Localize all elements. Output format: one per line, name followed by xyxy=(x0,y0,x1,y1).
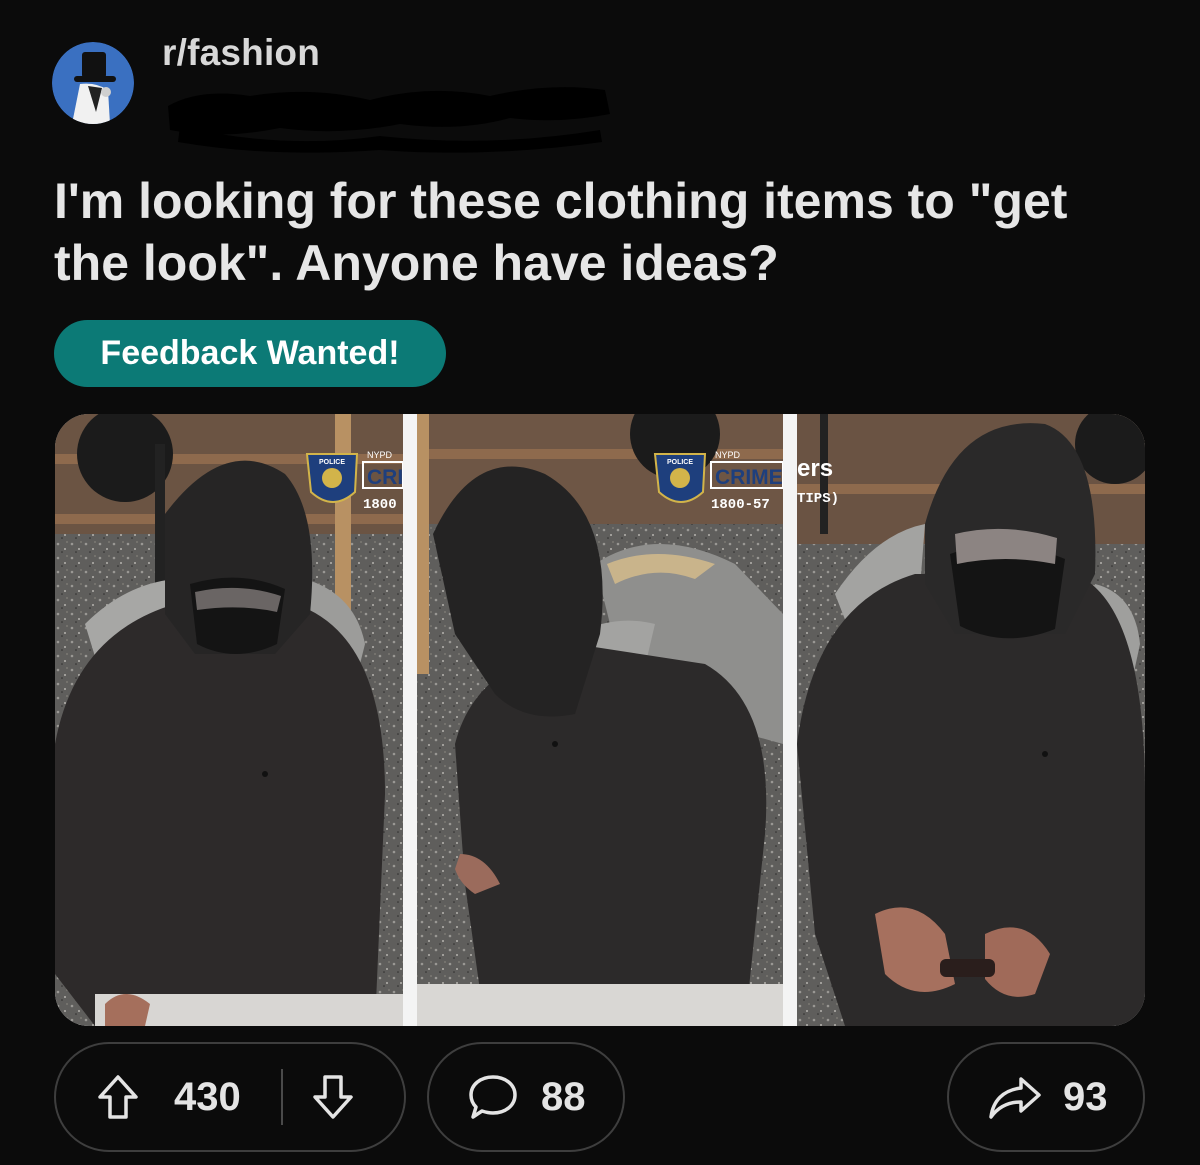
tips-text: TIPS) xyxy=(797,491,839,507)
upvote-arrow-icon[interactable] xyxy=(96,1073,140,1121)
vote-divider xyxy=(280,1069,283,1125)
share-arrow-icon xyxy=(987,1073,1043,1121)
post-image-gallery[interactable]: POLICE NYPD CRI 1800 POLICE NYPD CRIME 1… xyxy=(55,414,1145,1026)
nypd-text: NYPD xyxy=(367,450,393,460)
redacted-username xyxy=(160,66,615,156)
cctv-frame-1 xyxy=(55,414,405,1026)
crimestoppers-watermark-3: ers TIPS) xyxy=(797,455,839,507)
badge-text: POLICE xyxy=(319,459,345,466)
crime-text-2: CRIME xyxy=(715,466,783,489)
comment-bubble-icon xyxy=(467,1072,519,1122)
comments-button[interactable]: 88 xyxy=(427,1042,625,1152)
post-title[interactable]: I'm looking for these clothing items to … xyxy=(54,170,1154,294)
post-flair[interactable]: Feedback Wanted! xyxy=(54,320,446,387)
crime-text-1: CRI xyxy=(367,466,403,489)
stoppers-text: ers xyxy=(797,455,833,482)
share-button[interactable]: 93 xyxy=(947,1042,1145,1152)
cctv-frame-3 xyxy=(797,414,1145,1026)
badge-text-2: POLICE xyxy=(667,459,693,466)
phone-text-2: 1800-57 xyxy=(711,497,770,513)
nypd-text-2: NYPD xyxy=(715,450,741,460)
share-count: 93 xyxy=(1063,1074,1108,1119)
phone-text-1: 1800 xyxy=(363,497,397,513)
upvote-count: 430 xyxy=(174,1074,241,1119)
downvote-arrow-icon[interactable] xyxy=(311,1073,355,1121)
vote-control: 430 xyxy=(54,1042,406,1152)
comment-count: 88 xyxy=(541,1074,586,1119)
subreddit-avatar[interactable] xyxy=(52,42,134,124)
